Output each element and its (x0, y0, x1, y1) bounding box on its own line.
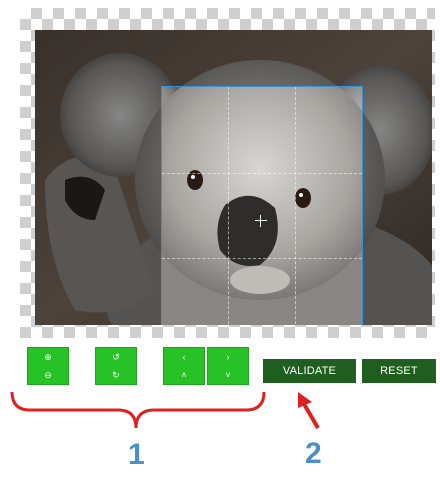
annotation-overlay (10, 391, 320, 430)
annotation-label-2: 2 (305, 437, 322, 470)
annotation-bracket (10, 391, 266, 429)
annotation-label-1: 1 (128, 438, 145, 471)
annotation-arrow-shaft (302, 402, 320, 430)
